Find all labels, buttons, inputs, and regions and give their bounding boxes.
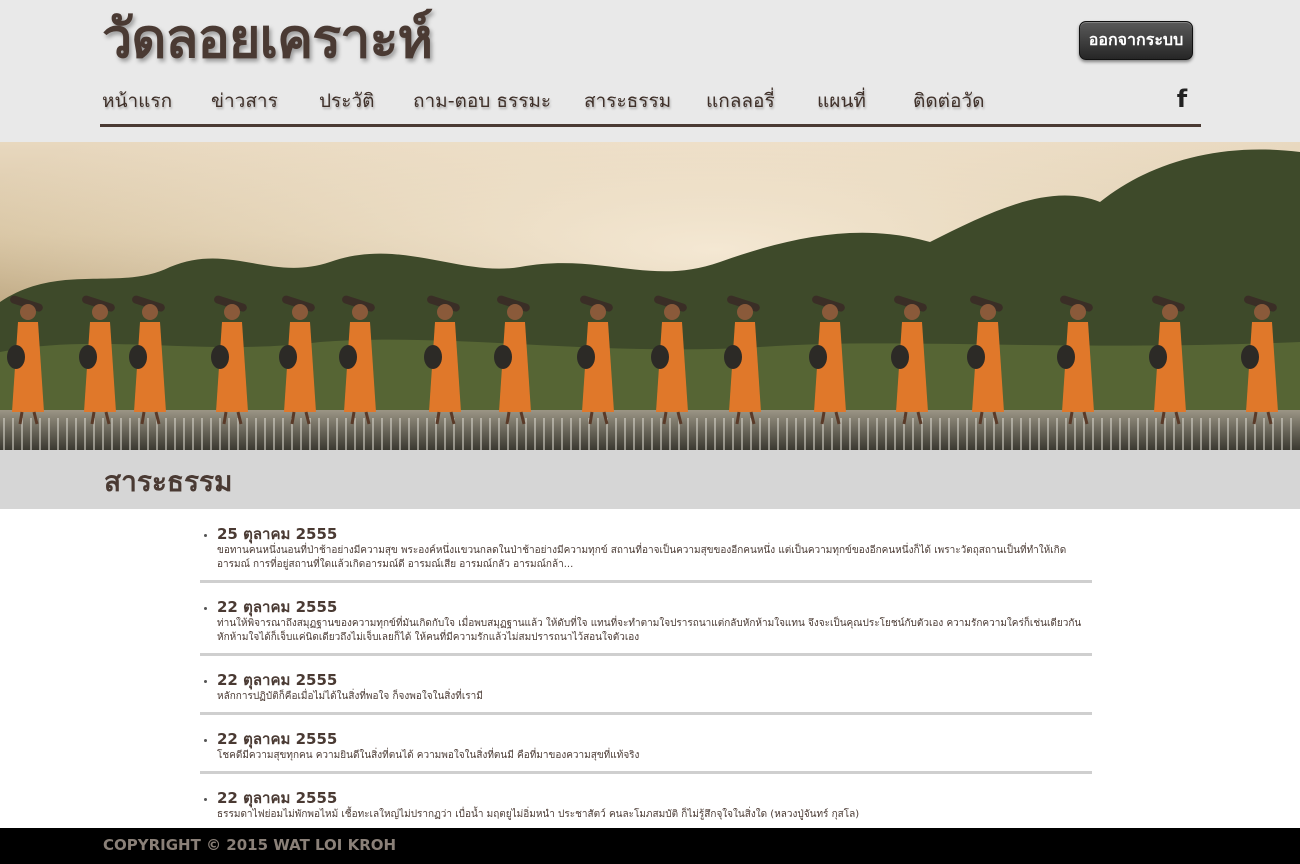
article-excerpt: โชคดีมีความสุขทุกคน ความยินดีในสิ่งที่ตน…: [217, 750, 640, 761]
article-excerpt: หลักการปฏิบัติก็คือเมื่อไม่ได้ในสิ่งที่พ…: [217, 691, 483, 702]
nav-item-contact[interactable]: ติดต่อวัด: [913, 86, 984, 116]
article-date[interactable]: 22 ตุลาคม 2555: [217, 729, 1092, 749]
nav-item-gallery[interactable]: แกลลอรี่: [706, 86, 775, 116]
copyright-text: COPYRIGHT © 2015 WAT LOI KROH: [103, 836, 397, 854]
article-excerpt: ขอทานคนหนึ่งนอนที่ป่าช้าอย่างมีความสุข พ…: [217, 545, 1067, 570]
nav-divider: [100, 124, 1201, 127]
list-item: 25 ตุลาคม 2555 ขอทานคนหนึ่งนอนที่ป่าช้าอ…: [200, 520, 1092, 583]
nav-item-home[interactable]: หน้าแรก: [102, 86, 172, 116]
article-list: 25 ตุลาคม 2555 ขอทานคนหนึ่งนอนที่ป่าช้าอ…: [200, 520, 1092, 843]
article-date[interactable]: 22 ตุลาคม 2555: [217, 788, 1092, 808]
site-title[interactable]: วัดลอยเคราะห์: [102, 7, 433, 70]
article-excerpt: ธรรมดาไฟย่อมไม่พักพอไหม้ เชื้อทะเลใหญ่ไม…: [217, 809, 860, 820]
page-title: สาระธรรม: [104, 465, 233, 498]
hero-banner: [0, 142, 1300, 450]
list-item: 22 ตุลาคม 2555 ธรรมดาไฟย่อมไม่พักพอไหม้ …: [200, 784, 1092, 833]
site-header: วัดลอยเคราะห์ ออกจากระบบ หน้าแรก ข่าวสาร…: [0, 0, 1300, 142]
article-excerpt: ท่านให้พิจารณาถึงสมุฏฐานของความทุกข์ที่ม…: [217, 618, 1082, 643]
monks-walking-image: [0, 142, 1300, 450]
nav-item-history[interactable]: ประวัติ: [319, 86, 374, 116]
nav-item-map[interactable]: แผนที่: [817, 86, 866, 116]
site-footer: COPYRIGHT © 2015 WAT LOI KROH: [0, 828, 1300, 864]
article-date[interactable]: 25 ตุลาคม 2555: [217, 524, 1092, 544]
article-date[interactable]: 22 ตุลาคม 2555: [217, 670, 1092, 690]
nav-item-news[interactable]: ข่าวสาร: [211, 86, 278, 116]
main-nav: หน้าแรก ข่าวสาร ประวัติ ถาม-ตอบ ธรรมะ สา…: [102, 86, 1002, 116]
list-item: 22 ตุลาคม 2555 หลักการปฏิบัติก็คือเมื่อไ…: [200, 666, 1092, 715]
logout-button[interactable]: ออกจากระบบ: [1079, 21, 1193, 60]
section-title-bar: สาระธรรม: [0, 450, 1300, 509]
list-item: 22 ตุลาคม 2555 ท่านให้พิจารณาถึงสมุฏฐานข…: [200, 593, 1092, 656]
nav-item-dhamma[interactable]: สาระธรรม: [584, 86, 671, 116]
facebook-icon[interactable]: f: [1174, 86, 1190, 112]
list-item: 22 ตุลาคม 2555 โชคดีมีความสุขทุกคน ความย…: [200, 725, 1092, 774]
nav-item-qa-dhamma[interactable]: ถาม-ตอบ ธรรมะ: [413, 86, 551, 116]
article-date[interactable]: 22 ตุลาคม 2555: [217, 597, 1092, 617]
